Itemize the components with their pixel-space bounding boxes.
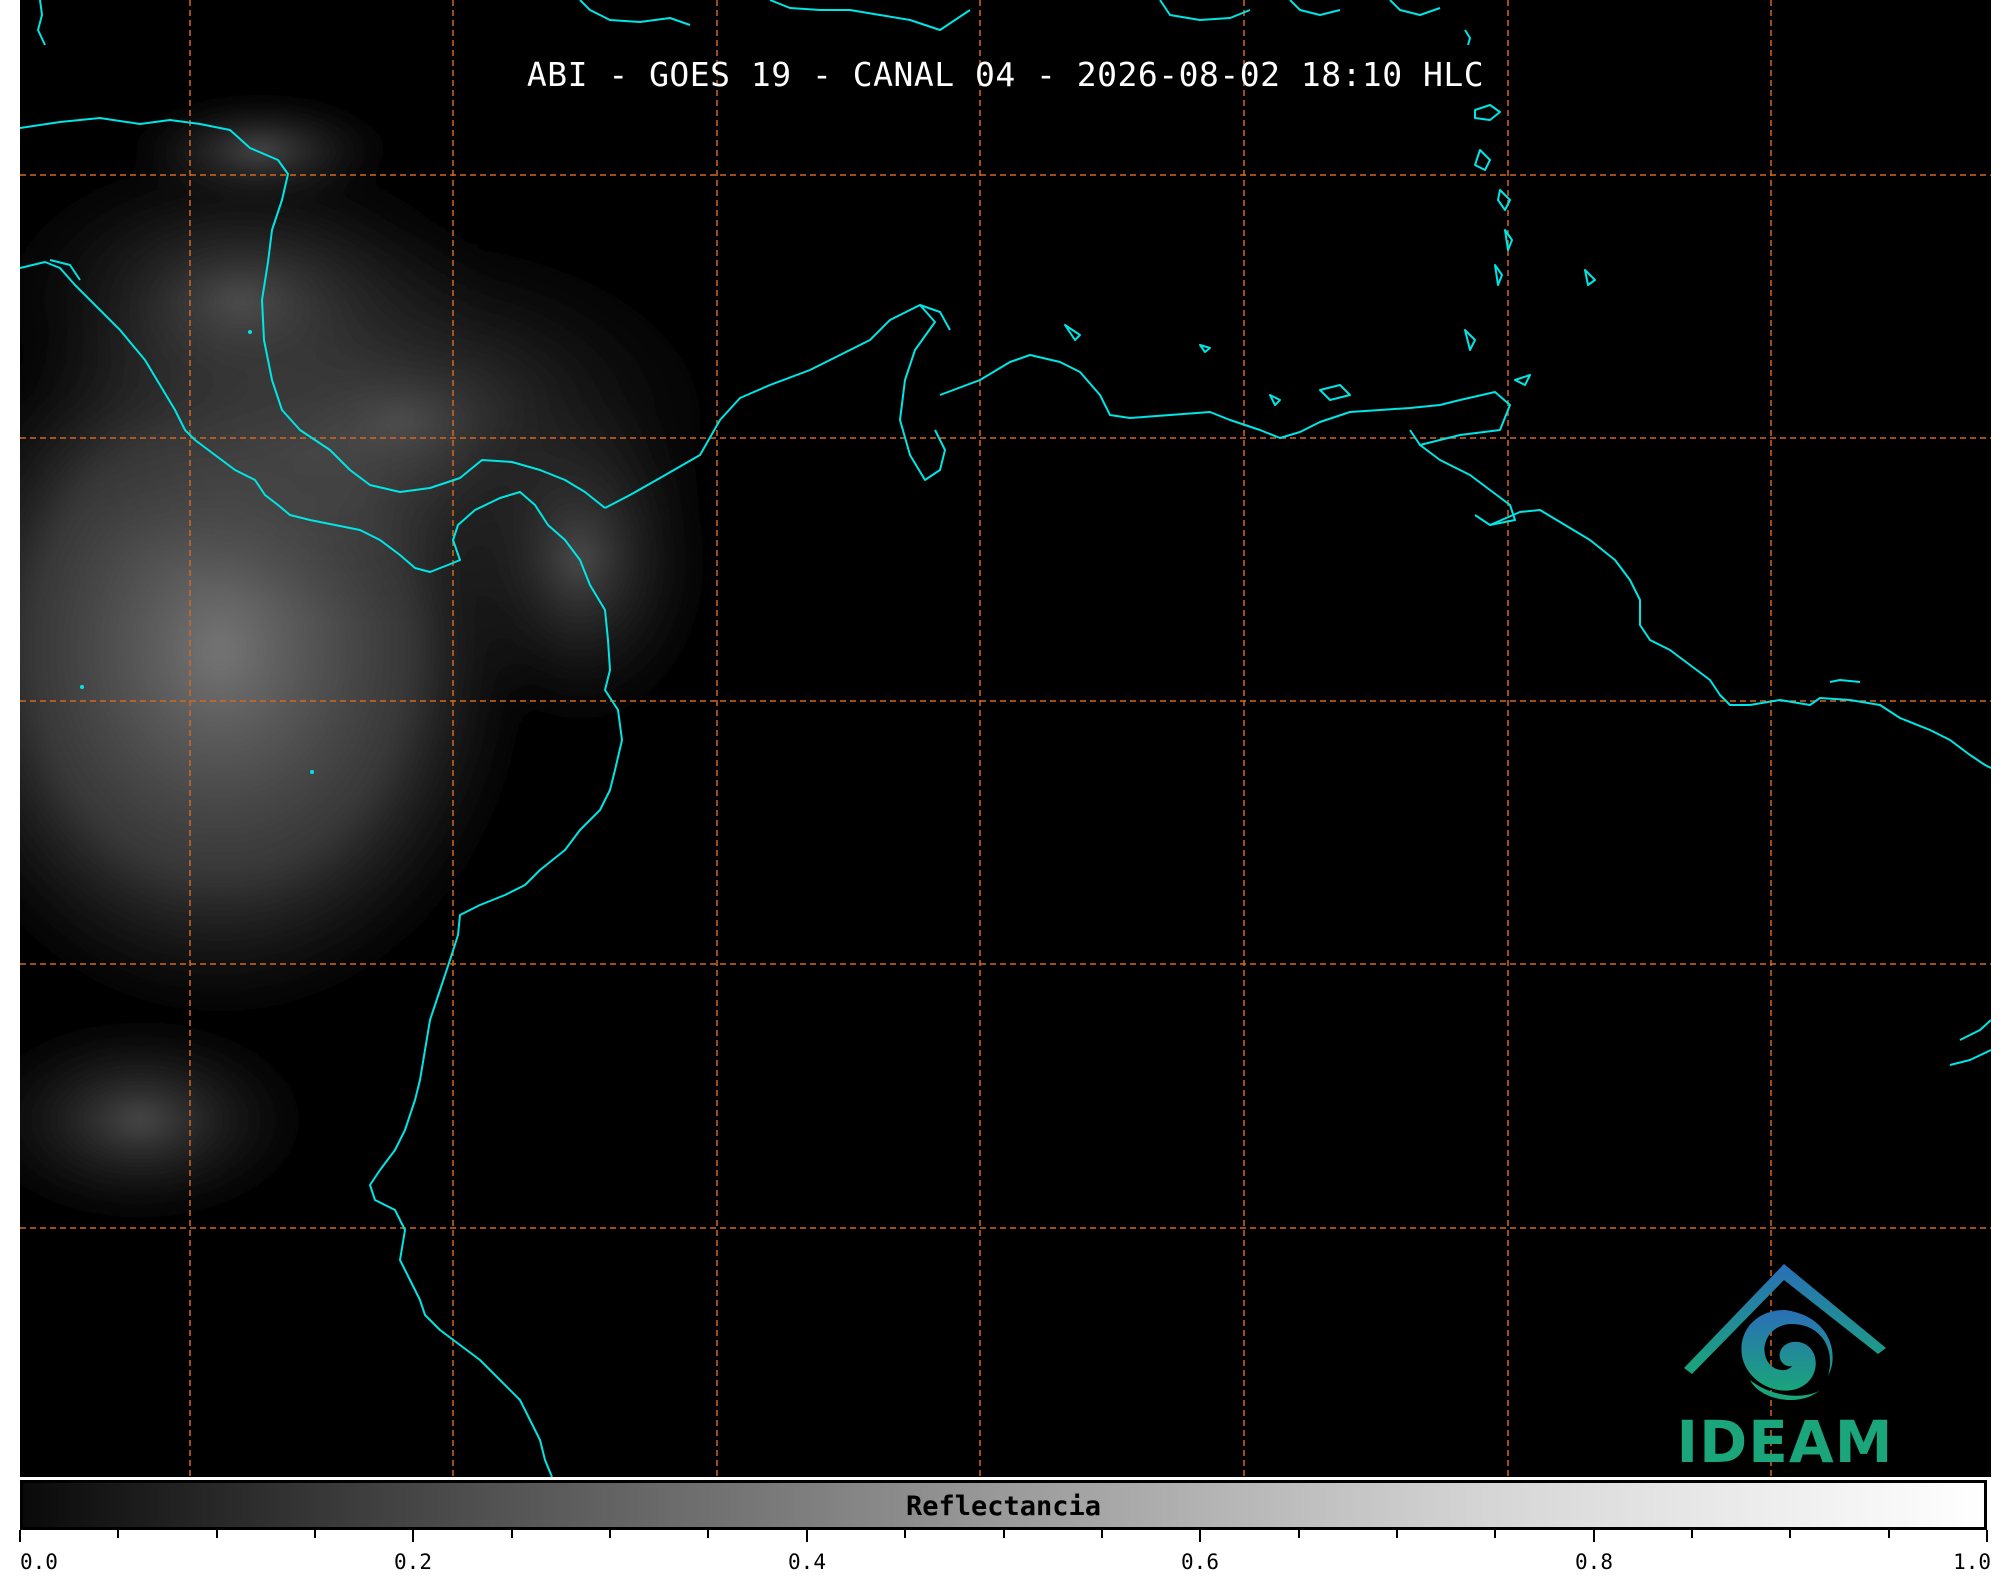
colorbar-label: Reflectancia: [905, 1491, 1102, 1522]
map-title: ABI - GOES 19 - CANAL 04 - 2026-08-02 18…: [526, 55, 1485, 94]
colorbar-tick: [806, 1530, 808, 1542]
colorbar-tick: [1494, 1530, 1496, 1538]
colorbar-tick: [1298, 1530, 1300, 1538]
satellite-image-panel: ABI - GOES 19 - CANAL 04 - 2026-08-02 18…: [20, 0, 1991, 1477]
colorbar-tick: [1986, 1530, 1988, 1542]
colorbar-tick: [117, 1530, 119, 1538]
colorbar-ticks: 0.0 0.2 0.4 0.6 0.8 1.0: [19, 1530, 1991, 1577]
colorbar-tick: [314, 1530, 316, 1538]
colorbar-tick: [1101, 1530, 1103, 1538]
colorbar-tick-label: 1.0: [1953, 1550, 1991, 1574]
cloud-cover: [20, 90, 740, 1230]
colorbar-tick: [412, 1530, 414, 1542]
colorbar-tick-label: 0.0: [20, 1550, 58, 1574]
colorbar-tick: [511, 1530, 513, 1538]
colorbar: Reflectancia: [20, 1480, 1987, 1530]
colorbar-tick: [1593, 1530, 1595, 1542]
colorbar-tick-label: 0.6: [1181, 1550, 1219, 1574]
colorbar-tick: [1888, 1530, 1890, 1538]
colorbar-tick: [707, 1530, 709, 1538]
colorbar-tick: [609, 1530, 611, 1538]
colorbar-tick: [1789, 1530, 1791, 1538]
colorbar-tick-label: 0.4: [788, 1550, 826, 1574]
ideam-logo: IDEAM: [1660, 1250, 1910, 1476]
colorbar-tick: [1199, 1530, 1201, 1542]
colorbar-tick-label: 0.2: [394, 1550, 432, 1574]
colorbar-tick: [1396, 1530, 1398, 1538]
ideam-emblem-icon: [1684, 1264, 1886, 1401]
colorbar-tick: [19, 1530, 21, 1542]
colorbar-tick: [1691, 1530, 1693, 1538]
colorbar-tick: [1003, 1530, 1005, 1538]
colorbar-tick-label: 0.8: [1575, 1550, 1613, 1574]
colorbar-tick: [904, 1530, 906, 1538]
logo-text: IDEAM: [1676, 1408, 1894, 1476]
colorbar-tick: [216, 1530, 218, 1538]
